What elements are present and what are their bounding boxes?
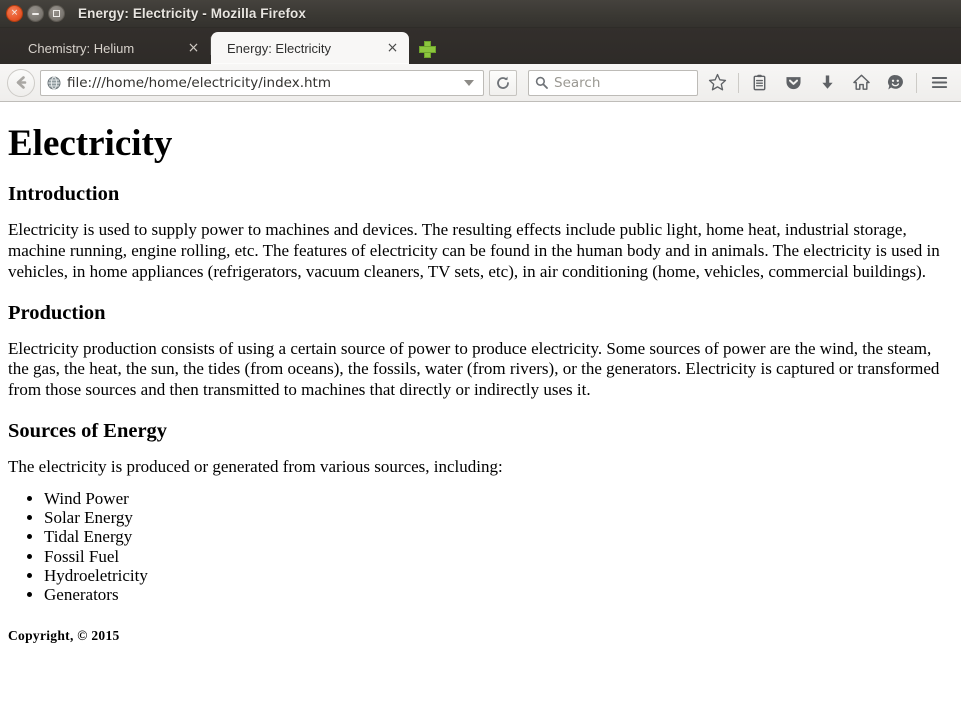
hamburger-menu-button[interactable] xyxy=(925,69,954,97)
chevron-down-icon xyxy=(464,79,474,86)
url-bar[interactable]: file:///home/home/electricity/index.htm xyxy=(40,69,484,96)
page-title: Electricity xyxy=(8,123,173,164)
url-text: file:///home/home/electricity/index.htm xyxy=(67,74,332,91)
list-item: Solar Energy xyxy=(44,508,953,527)
window-titlebar: × Energy: Electricity - Mozilla Firefox xyxy=(0,0,961,28)
section-heading-introduction: Introduction xyxy=(8,183,120,206)
downloads-arrow-icon xyxy=(822,75,833,89)
tab-label: Chemistry: Helium xyxy=(28,40,135,56)
search-placeholder: Search xyxy=(554,74,601,91)
hamburger-menu-icon xyxy=(931,76,948,89)
plus-icon xyxy=(418,40,436,58)
maximize-button[interactable] xyxy=(48,5,65,22)
minimize-button[interactable] xyxy=(27,5,44,22)
list-item: Generators xyxy=(44,585,953,604)
home-icon xyxy=(853,74,870,90)
feedback-smiley-icon xyxy=(888,75,903,90)
list-item: Hydroeletricity xyxy=(44,566,953,585)
home-button[interactable] xyxy=(847,69,876,97)
globe-icon xyxy=(47,76,61,90)
list-item: Fossil Fuel xyxy=(44,547,953,566)
reading-list-icon xyxy=(753,74,766,91)
close-icon: × xyxy=(10,8,19,18)
minimize-icon xyxy=(32,12,39,15)
bookmark-star-button[interactable] xyxy=(703,69,732,97)
tab-chemistry-helium[interactable]: Chemistry: Helium × xyxy=(12,32,210,64)
back-button[interactable] xyxy=(7,68,35,97)
feedback-button[interactable] xyxy=(881,69,910,97)
reload-icon xyxy=(497,76,509,89)
list-item: Tidal Energy xyxy=(44,527,953,546)
reload-button[interactable] xyxy=(489,69,517,96)
tab-close-icon[interactable]: × xyxy=(384,40,401,57)
tab-close-icon[interactable]: × xyxy=(185,40,202,57)
bookmark-star-icon xyxy=(708,73,727,91)
section-heading-production: Production xyxy=(8,301,106,324)
back-arrow-icon xyxy=(16,76,26,89)
section-heading-sources-of-energy: Sources of Energy xyxy=(8,419,168,442)
footer-copyright: Copyright, © 2015 xyxy=(8,627,120,643)
navigation-toolbar: file:///home/home/electricity/index.htm … xyxy=(0,64,961,102)
pocket-shield-icon xyxy=(786,77,801,90)
pocket-save-button[interactable] xyxy=(779,69,808,97)
sources-of-energy-list: Wind Power Solar Energy Tidal Energy Fos… xyxy=(8,489,953,605)
search-input[interactable]: Search xyxy=(528,69,698,96)
toolbar-separator xyxy=(738,72,739,93)
downloads-button[interactable] xyxy=(813,69,842,97)
search-icon xyxy=(535,76,548,89)
tab-bar: Chemistry: Helium × Energy: Electricity … xyxy=(0,28,961,64)
section-paragraph-sources-of-energy: The electricity is produced or generated… xyxy=(8,456,503,476)
tab-label: Energy: Electricity xyxy=(227,40,332,56)
window-title: Energy: Electricity - Mozilla Firefox xyxy=(78,6,307,21)
reading-list-button[interactable] xyxy=(745,69,774,97)
tab-energy-electricity[interactable]: Energy: Electricity × xyxy=(211,32,409,64)
toolbar-separator xyxy=(916,72,917,93)
section-paragraph-production: Electricity production consists of using… xyxy=(8,338,940,400)
list-item: Wind Power xyxy=(44,489,953,508)
url-dropdown-button[interactable] xyxy=(459,71,479,95)
maximize-icon xyxy=(53,10,60,17)
section-paragraph-introduction: Electricity is used to supply power to m… xyxy=(8,220,940,281)
close-button[interactable]: × xyxy=(6,5,23,22)
page-content: Electricity Introduction Electricity is … xyxy=(0,102,961,706)
new-tab-button[interactable] xyxy=(413,32,439,64)
window-controls: × xyxy=(0,5,65,22)
